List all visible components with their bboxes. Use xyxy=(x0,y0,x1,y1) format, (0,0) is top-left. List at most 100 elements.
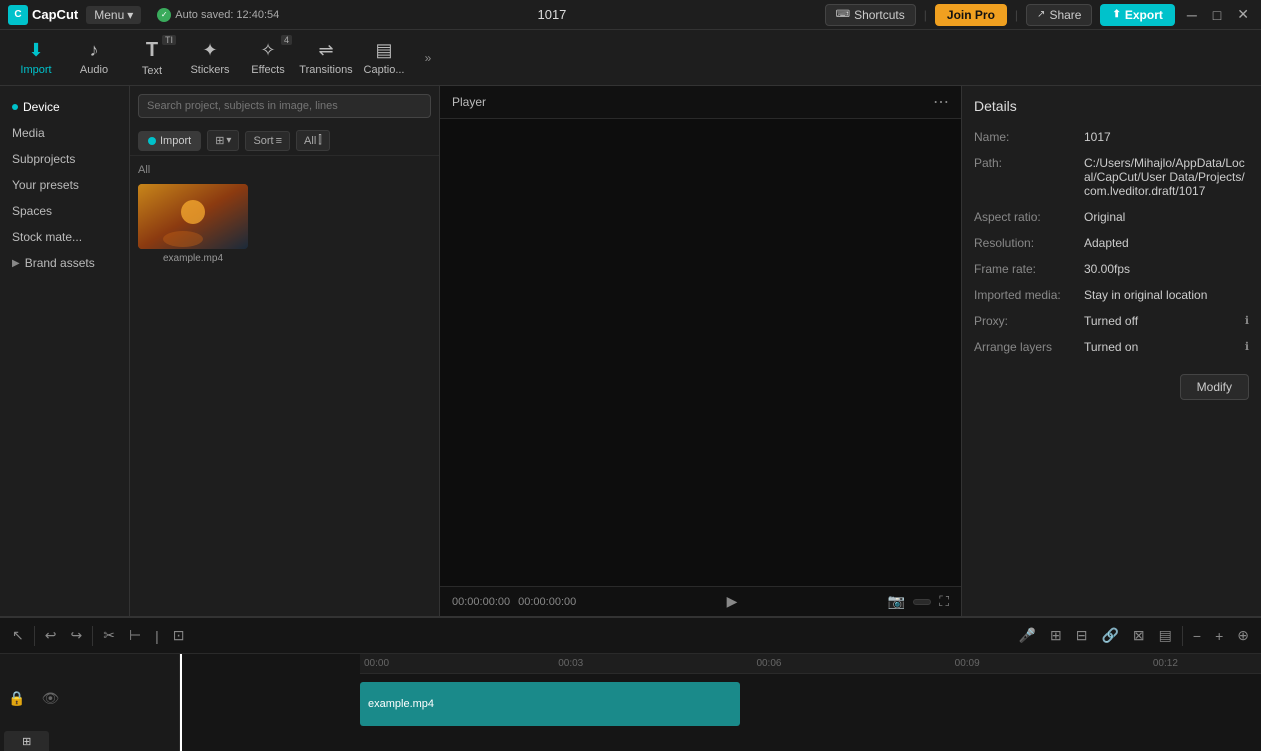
sidebar: Device Media Subprojects Your presets Sp… xyxy=(0,86,130,616)
detail-row-resolution: Resolution: Adapted xyxy=(974,236,1249,250)
zoom-fit-button[interactable]: ⊕ xyxy=(1233,627,1253,644)
close-button[interactable]: ✕ xyxy=(1233,6,1253,23)
toolbar-item-transitions[interactable]: ⇌ Transitions xyxy=(298,33,354,83)
eye-button[interactable]: 👁 xyxy=(37,690,63,707)
topbar: C CapCut Menu ▾ ✓ Auto saved: 12:40:54 1… xyxy=(0,0,1261,30)
menu-button[interactable]: Menu ▾ xyxy=(86,6,141,24)
media-item-example-mp4[interactable]: example.mp4 xyxy=(138,184,248,264)
timeline-tracks: example.mp4 xyxy=(360,674,1261,751)
detail-row-proxy: Proxy: Turned off ℹ xyxy=(974,314,1249,328)
detail-row-framerate: Frame rate: 30.00fps xyxy=(974,262,1249,276)
zoom-out-button[interactable]: − xyxy=(1189,628,1205,644)
player-time-total: 00:00:00:00 xyxy=(518,596,576,608)
audio-icon: ♪ xyxy=(90,40,99,61)
player-screenshot-button[interactable]: 📷 xyxy=(888,593,905,610)
player-canvas xyxy=(440,119,961,586)
trim-button[interactable]: ⊢ xyxy=(125,627,145,644)
toolbar-item-stickers[interactable]: ✦ Stickers xyxy=(182,33,238,83)
magnet-button[interactable]: ⊟ xyxy=(1072,627,1092,644)
ruler-mark-4: 00:12 xyxy=(1153,658,1178,669)
link-button[interactable]: 🔗 xyxy=(1097,627,1122,644)
sort-button[interactable]: Sort ≡ xyxy=(245,131,290,151)
share-button[interactable]: ↗ Share xyxy=(1026,4,1092,26)
zoom-in-button[interactable]: + xyxy=(1211,628,1227,644)
align-button[interactable]: ⊠ xyxy=(1129,627,1149,644)
sidebar-item-spaces[interactable]: Spaces xyxy=(0,198,129,224)
timeline-section: ↖ ↩ ↪ ✂ ⊢ | ⊡ 🎤 ⊞ ⊟ 🔗 ⊠ ▤ − + ⊕ 🔒 👁 ⊞ Co… xyxy=(0,616,1261,751)
timeline-toolbar: ↖ ↩ ↪ ✂ ⊢ | ⊡ 🎤 ⊞ ⊟ 🔗 ⊠ ▤ − + ⊕ xyxy=(0,618,1261,654)
lock-eye-controls: 🔒 👁 xyxy=(4,690,63,707)
player-time-current: 00:00:00:00 xyxy=(452,596,510,608)
maximize-button[interactable]: □ xyxy=(1209,7,1225,23)
player-fullscreen-button[interactable]: ⛶ xyxy=(939,593,949,610)
sidebar-item-stock-mate[interactable]: Stock mate... xyxy=(0,224,129,250)
detail-row-aspect: Aspect ratio: Original xyxy=(974,210,1249,224)
crop-button[interactable]: ⊡ xyxy=(169,627,189,644)
toolbar-item-import[interactable]: ⬇ Import xyxy=(8,33,64,83)
stickers-icon: ✦ xyxy=(202,40,217,61)
import-button[interactable]: Import xyxy=(138,131,201,151)
toolbar-item-text[interactable]: T Text TI xyxy=(124,33,180,83)
detail-row-path: Path: C:/Users/Mihajlo/AppData/Local/Cap… xyxy=(974,156,1249,198)
tl-divider-1 xyxy=(34,626,35,646)
sidebar-item-subprojects[interactable]: Subprojects xyxy=(0,146,129,172)
sidebar-item-your-presets[interactable]: Your presets xyxy=(0,172,129,198)
search-bar xyxy=(130,86,439,126)
timeline-ruler: 00:00 00:03 00:06 00:09 00:12 xyxy=(360,654,1261,674)
effects-icon: ✧ xyxy=(260,40,275,61)
toolbar: ⬇ Import ♪ Audio T Text TI ✦ Stickers ✧ … xyxy=(0,30,1261,86)
mic-button[interactable]: 🎤 xyxy=(1015,627,1040,644)
player-menu-button[interactable]: ⋯ xyxy=(933,92,949,112)
split-button[interactable]: | xyxy=(151,628,163,644)
export-button[interactable]: ⬆ Export xyxy=(1100,4,1174,26)
project-name: 1017 xyxy=(287,7,816,22)
search-input[interactable] xyxy=(138,94,431,118)
tl-divider-2 xyxy=(92,626,93,646)
snap-button[interactable]: ⊞ xyxy=(1046,627,1066,644)
player-right-controls: 📷 ⛶ xyxy=(888,593,949,610)
join-pro-button[interactable]: Join Pro xyxy=(935,4,1007,26)
sidebar-item-media[interactable]: Media xyxy=(0,120,129,146)
undo-button[interactable]: ↩ xyxy=(41,627,61,644)
media-filename: example.mp4 xyxy=(138,253,248,264)
minimize-button[interactable]: ─ xyxy=(1183,7,1201,23)
toolbar-expand-button[interactable]: » xyxy=(414,33,442,83)
sidebar-item-brand-assets[interactable]: ▶ Brand assets xyxy=(0,250,129,276)
details-title: Details xyxy=(974,98,1249,114)
toolbar-item-captions[interactable]: ▤ Captio... xyxy=(356,33,412,83)
shortcuts-button[interactable]: ⌨ Shortcuts xyxy=(825,4,916,26)
timeline-left: 🔒 👁 ⊞ Cover xyxy=(0,654,180,751)
transitions-icon: ⇌ xyxy=(318,40,333,61)
video-clip[interactable]: example.mp4 xyxy=(360,682,740,726)
logo-icon: C xyxy=(8,5,28,25)
cover-button[interactable]: ⊞ Cover xyxy=(4,731,49,751)
timeline-needle xyxy=(180,654,182,751)
active-dot xyxy=(12,104,18,110)
cut-button[interactable]: ✂ xyxy=(99,627,119,644)
redo-button[interactable]: ↪ xyxy=(66,627,86,644)
player-area: Player ⋯ 00:00:00:00 00:00:00:00 ▶ 📷 ⛶ xyxy=(440,86,961,616)
caption-button[interactable]: ▤ xyxy=(1155,627,1176,644)
timeline-track-area: 00:00 00:03 00:06 00:09 00:12 example.mp… xyxy=(180,654,1261,751)
text-icon: T xyxy=(146,39,158,62)
timeline-content: 🔒 👁 ⊞ Cover 00:00 00:03 00:06 00:09 00:1… xyxy=(0,654,1261,751)
import-dot xyxy=(148,137,156,145)
toolbar-item-audio[interactable]: ♪ Audio xyxy=(66,33,122,83)
detail-row-imported-media: Imported media: Stay in original locatio… xyxy=(974,288,1249,302)
view-toggle-button[interactable]: ⊞ ▾ xyxy=(207,130,239,151)
detail-row-arrange: Arrange layers Turned on ℹ xyxy=(974,340,1249,354)
player-title: Player xyxy=(452,95,486,109)
modify-button[interactable]: Modify xyxy=(1180,374,1249,400)
cursor-tool-button[interactable]: ↖ xyxy=(8,627,28,644)
autosave-dot: ✓ xyxy=(157,8,171,22)
autosave-status: ✓ Auto saved: 12:40:54 xyxy=(157,8,279,22)
ruler-mark-2: 00:06 xyxy=(756,658,781,669)
arrange-info-icon: ℹ xyxy=(1245,340,1249,354)
player-header: Player ⋯ xyxy=(440,86,961,119)
filter-button[interactable]: All ⫿ xyxy=(296,130,330,151)
ruler-mark-1: 00:03 xyxy=(558,658,583,669)
player-play-button[interactable]: ▶ xyxy=(727,593,738,610)
toolbar-item-effects[interactable]: ✧ Effects 4 xyxy=(240,33,296,83)
sidebar-item-device[interactable]: Device xyxy=(0,94,129,120)
lock-button[interactable]: 🔒 xyxy=(4,690,29,707)
